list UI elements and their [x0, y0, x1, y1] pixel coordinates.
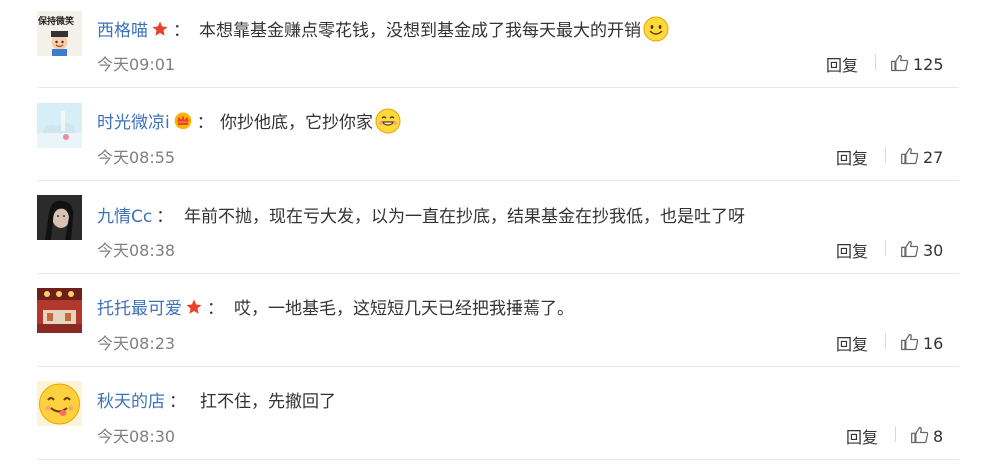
- colon: ：: [207, 299, 224, 319]
- star-badge-icon: [185, 298, 203, 321]
- comment-item: 托托最可爱 ： 哎，一地基毛，这短短几天已经把我捶蔫了。 今天08:23 回复 1…: [0, 274, 992, 367]
- reply-button[interactable]: 回复: [826, 52, 858, 76]
- username-text[interactable]: 西格喵: [97, 21, 148, 41]
- timestamp: 今天08:55: [97, 148, 176, 167]
- thumbs-up-icon: [901, 240, 919, 258]
- like-count: 125: [913, 55, 944, 74]
- comment-divider: [37, 459, 959, 460]
- divider-vertical: [875, 54, 876, 70]
- comment-text: 扛不住，先撤回了: [200, 387, 336, 412]
- colon: ：: [156, 207, 174, 227]
- comment-item: 保持微笑 西格喵 ： 本想靠基金赚点零花钱，没想到基金成了我每天最大的开销 今天0…: [0, 0, 992, 93]
- reply-button[interactable]: 回复: [836, 331, 868, 355]
- star-badge-icon: [151, 20, 169, 43]
- comment-text: 本想靠基金赚点零花钱，没想到基金成了我每天最大的开销: [199, 16, 669, 47]
- reply-button[interactable]: 回复: [846, 424, 878, 448]
- like-button[interactable]: 125: [890, 53, 944, 74]
- colon: ：: [173, 21, 190, 41]
- like-button[interactable]: 27: [900, 146, 943, 167]
- like-count: 27: [923, 148, 944, 167]
- like-count: 16: [923, 334, 944, 353]
- reply-button[interactable]: 回复: [836, 238, 868, 262]
- comment-text-content: 本想靠基金赚点零花钱，没想到基金成了我每天最大的开销: [199, 21, 641, 41]
- colon: ：: [169, 392, 186, 412]
- username[interactable]: 西格喵 ：: [97, 16, 190, 43]
- avatar[interactable]: [37, 381, 82, 426]
- username-text[interactable]: 托托最可爱: [97, 299, 182, 319]
- like-button[interactable]: 30: [900, 239, 943, 260]
- avatar[interactable]: 保持微笑: [37, 11, 82, 56]
- timestamp: 今天09:01: [97, 55, 176, 74]
- divider-vertical: [895, 426, 896, 442]
- username-text[interactable]: 时光微凉i: [97, 113, 170, 133]
- comment-text: 你抄他底，它抄你家: [220, 108, 401, 139]
- divider-vertical: [885, 240, 886, 256]
- thumbs-up-icon: [911, 426, 929, 444]
- comment-text: 哎，一地基毛，这短短几天已经把我捶蔫了。: [234, 294, 574, 319]
- divider-vertical: [885, 333, 886, 349]
- comment-text-content: 扛不住，先撤回了: [200, 392, 336, 412]
- avatar[interactable]: [37, 288, 82, 333]
- comment-item: 时光微凉i ： 你抄他底，它抄你家 今天08:55 回复 27: [0, 88, 992, 181]
- thumbs-up-icon: [891, 54, 909, 72]
- like-count: 30: [923, 241, 944, 260]
- like-button[interactable]: 16: [900, 332, 943, 353]
- username[interactable]: 九情Cc：: [97, 202, 173, 227]
- comment-text-content: 年前不抛，现在亏大发，以为一直在抄底，结果基金在抄我低，也是吐了呀: [184, 207, 745, 227]
- colon: ：: [196, 113, 214, 133]
- username[interactable]: 时光微凉i ：: [97, 108, 214, 135]
- timestamp: 今天08:30: [97, 427, 176, 446]
- grin-emoji-icon: [375, 108, 401, 139]
- smile-emoji-icon: [643, 16, 669, 47]
- comment-text-content: 你抄他底，它抄你家: [220, 113, 373, 133]
- username-text[interactable]: 九情Cc: [97, 207, 152, 227]
- thumbs-up-icon: [901, 333, 919, 351]
- reply-button[interactable]: 回复: [836, 145, 868, 169]
- crown-badge-icon: [173, 110, 193, 135]
- avatar[interactable]: [37, 103, 82, 148]
- timestamp: 今天08:38: [97, 241, 176, 260]
- timestamp: 今天08:23: [97, 334, 176, 353]
- username-text[interactable]: 秋天的店: [97, 392, 165, 412]
- avatar[interactable]: [37, 195, 82, 240]
- comment-text-content: 哎，一地基毛，这短短几天已经把我捶蔫了。: [234, 299, 574, 319]
- comment-item: 九情Cc： 年前不抛，现在亏大发，以为一直在抄底，结果基金在抄我低，也是吐了呀 …: [0, 181, 992, 274]
- thumbs-up-icon: [901, 147, 919, 165]
- like-button[interactable]: 8: [910, 425, 943, 446]
- username[interactable]: 秋天的店：: [97, 387, 186, 412]
- like-count: 8: [933, 427, 944, 446]
- divider-vertical: [885, 147, 886, 163]
- username[interactable]: 托托最可爱 ：: [97, 294, 224, 321]
- comment-item: 秋天的店： 扛不住，先撤回了 今天08:30 回复 8: [0, 367, 992, 460]
- comment-text: 年前不抛，现在亏大发，以为一直在抄底，结果基金在抄我低，也是吐了呀: [184, 202, 745, 227]
- avatar-caption: 保持微笑: [38, 17, 75, 27]
